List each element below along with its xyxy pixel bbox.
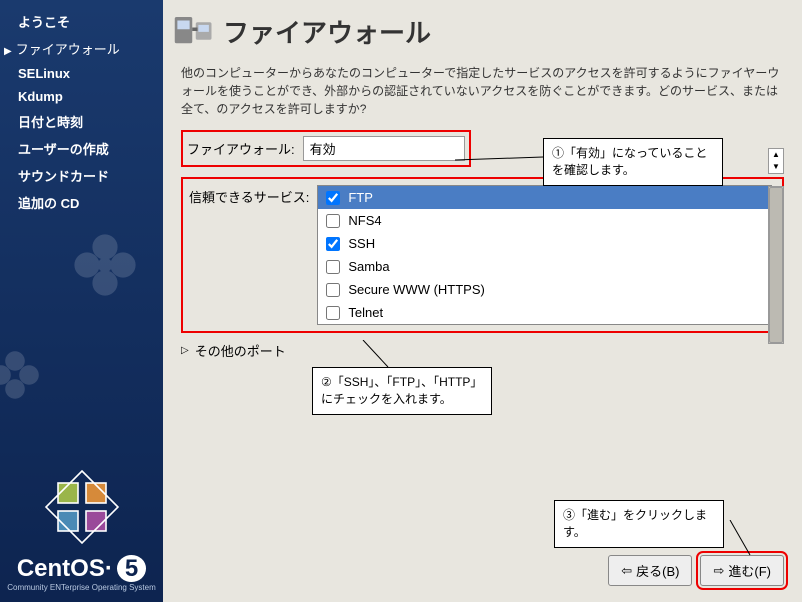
- service-item-ftp[interactable]: FTP: [318, 186, 771, 209]
- service-item-samba[interactable]: Samba: [318, 255, 771, 278]
- callout-1-line: [455, 155, 545, 175]
- sidebar-decoration-icon: [0, 340, 50, 410]
- arrow-right-icon: ⇨: [713, 563, 724, 579]
- spinner-down-icon[interactable]: ▼: [769, 161, 783, 173]
- service-checkbox[interactable]: [326, 214, 340, 228]
- sidebar-item-selinux[interactable]: SELinux: [0, 62, 163, 85]
- back-button[interactable]: ⇦ 戻る(B): [608, 555, 692, 586]
- firewall-row: ファイアウォール: 有効: [181, 130, 471, 167]
- callout-3-line: [720, 520, 760, 560]
- service-item-ssh[interactable]: SSH: [318, 232, 771, 255]
- description: 他のコンピューターからあなたのコンピューターで指定したサービスのアクセスを許可す…: [163, 58, 802, 130]
- scrollbar[interactable]: [768, 186, 784, 344]
- logo-subtitle: Community ENTerprise Operating System: [0, 583, 163, 592]
- service-label: Samba: [348, 259, 389, 274]
- service-checkbox[interactable]: [326, 283, 340, 297]
- callout-2: ②「SSH」、「FTP」、「HTTP」にチェックを入れます。: [312, 367, 492, 415]
- service-checkbox[interactable]: [326, 237, 340, 251]
- sidebar-item-users[interactable]: ユーザーの作成: [0, 135, 163, 162]
- arrow-left-icon: ⇦: [621, 563, 632, 579]
- firewall-icon: [173, 10, 215, 52]
- callout-3: ③「進む」をクリックします。: [554, 500, 724, 548]
- service-checkbox[interactable]: [326, 191, 340, 205]
- service-label: NFS4: [348, 213, 381, 228]
- sidebar-item-sound[interactable]: サウンドカード: [0, 162, 163, 189]
- sidebar-item-datetime[interactable]: 日付と時刻: [0, 108, 163, 135]
- firewall-select[interactable]: 有効: [303, 136, 465, 161]
- other-ports-toggle[interactable]: ▷ その他のポート: [163, 333, 802, 368]
- sidebar-item-firewall[interactable]: ファイアウォール: [0, 35, 163, 62]
- service-label: Telnet: [348, 305, 383, 320]
- sidebar-decoration-icon: [60, 220, 150, 310]
- service-item-secure-www-https-[interactable]: Secure WWW (HTTPS): [318, 278, 771, 301]
- sidebar: ようこそ ファイアウォール SELinux Kdump 日付と時刻 ユーザーの作…: [0, 0, 163, 602]
- firewall-label: ファイアウォール:: [187, 139, 295, 158]
- page-title: ファイアウォール: [223, 13, 431, 50]
- service-label: SSH: [348, 236, 375, 251]
- centos-logo-icon: [42, 467, 122, 547]
- service-checkbox[interactable]: [326, 306, 340, 320]
- service-label: Secure WWW (HTTPS): [348, 282, 485, 297]
- services-list[interactable]: FTP NFS4 SSH Samba Secure WWW (HTTPS) Telnet: [317, 185, 772, 325]
- logo: CentOS·5 Community ENTerprise Operating …: [0, 467, 163, 592]
- sidebar-item-kdump[interactable]: Kdump: [0, 85, 163, 108]
- sidebar-item-welcome[interactable]: ようこそ: [0, 8, 163, 35]
- scrollbar-thumb[interactable]: [769, 187, 783, 343]
- spinner-up-icon[interactable]: ▲: [769, 149, 783, 161]
- logo-text: CentOS·5: [0, 555, 163, 583]
- service-item-telnet[interactable]: Telnet: [318, 301, 771, 324]
- header: ファイアウォール: [163, 0, 802, 58]
- service-checkbox[interactable]: [326, 260, 340, 274]
- service-label: FTP: [348, 190, 373, 205]
- services-label: 信頼できるサービス:: [189, 185, 309, 325]
- other-ports-label: その他のポート: [195, 341, 286, 360]
- service-item-nfs4[interactable]: NFS4: [318, 209, 771, 232]
- sidebar-item-cd[interactable]: 追加の CD: [0, 189, 163, 216]
- callout-2-line: [358, 340, 408, 370]
- callout-1: ①「有効」になっていることを確認します。: [543, 138, 723, 186]
- spinner[interactable]: ▲ ▼: [768, 148, 784, 174]
- triangle-right-icon: ▷: [181, 345, 189, 356]
- services-block: 信頼できるサービス: FTP NFS4 SSH Samba Secure WWW (HT…: [181, 177, 784, 333]
